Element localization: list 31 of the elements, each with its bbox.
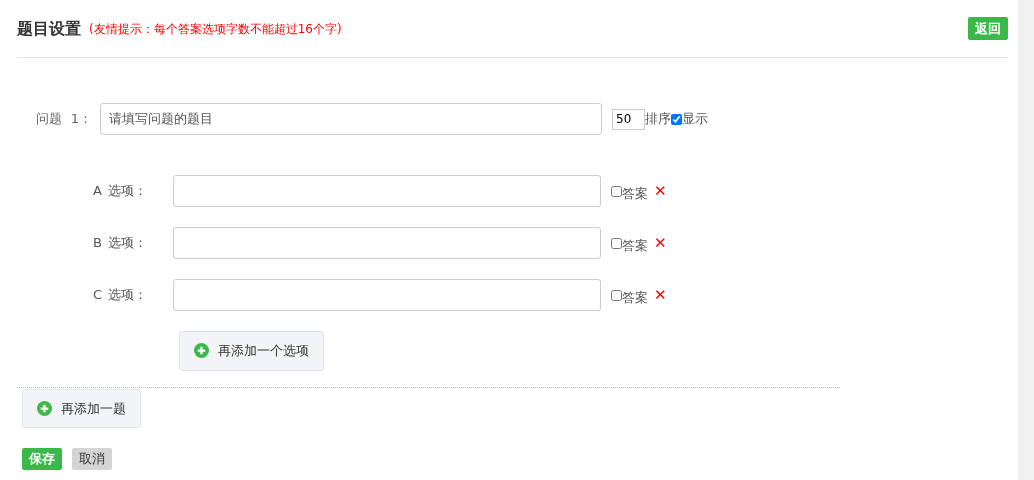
option-input[interactable] bbox=[173, 227, 601, 259]
option-letter: C bbox=[91, 286, 103, 305]
order-label: 排序 bbox=[645, 110, 671, 129]
option-letter: B bbox=[92, 234, 103, 253]
option-label: 选项： bbox=[108, 182, 148, 201]
option-label: 选项： bbox=[108, 234, 148, 253]
answer-label: 答案 bbox=[622, 289, 648, 308]
plus-icon bbox=[194, 343, 209, 359]
question-input[interactable]: 请填写问题的题目 bbox=[100, 103, 602, 135]
option-letter: A bbox=[92, 182, 103, 201]
hint-text: (友情提示：每个答案选项字数不能超过16个字) bbox=[89, 20, 342, 38]
answer-label: 答案 bbox=[622, 237, 648, 256]
add-option-button[interactable]: 再添加一个选项 bbox=[179, 331, 324, 371]
question-label: 问题 1： bbox=[35, 110, 93, 129]
show-label: 显示 bbox=[682, 110, 708, 129]
answer-checkbox[interactable] bbox=[611, 289, 622, 301]
option-input[interactable] bbox=[173, 175, 601, 207]
add-question-button[interactable]: 再添加一题 bbox=[22, 388, 141, 428]
page-title: 题目设置 bbox=[17, 17, 81, 40]
delete-icon[interactable]: ✕ bbox=[654, 231, 667, 255]
answer-checkbox[interactable] bbox=[611, 237, 622, 249]
plus-icon bbox=[37, 400, 52, 416]
delete-icon[interactable]: ✕ bbox=[654, 179, 667, 203]
order-input[interactable]: 50 bbox=[612, 108, 645, 130]
show-checkbox[interactable] bbox=[671, 113, 682, 125]
cancel-button[interactable]: 取消 bbox=[72, 448, 112, 470]
answer-checkbox[interactable] bbox=[611, 185, 622, 197]
option-label: 选项： bbox=[108, 286, 148, 305]
delete-icon[interactable]: ✕ bbox=[654, 283, 667, 307]
answer-label: 答案 bbox=[622, 185, 648, 204]
option-input[interactable] bbox=[173, 279, 601, 311]
